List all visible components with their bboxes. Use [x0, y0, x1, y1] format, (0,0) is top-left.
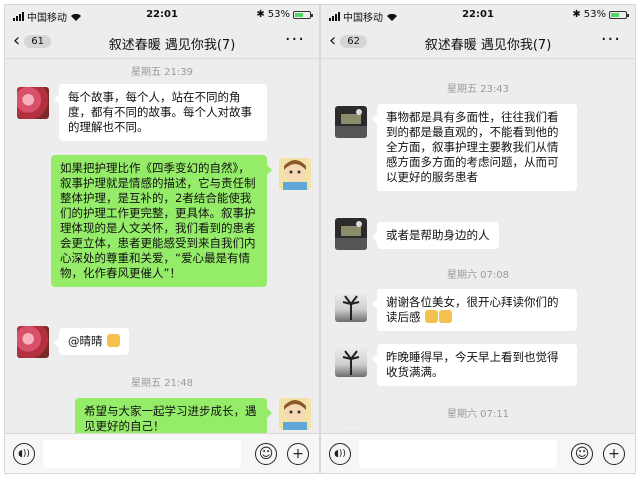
avatar-self[interactable] [279, 158, 311, 190]
chat-screen-left: 中国移动 22:01 ✱ 53% ‹ 61 叙述春暖 遇见你我(7) ··· 星… [4, 4, 320, 474]
avatar-self[interactable] [279, 398, 311, 430]
message-bubble-incoming[interactable]: @晴晴 [53, 328, 130, 355]
status-bar: 中国移动 22:01 ✱ 53% [5, 5, 319, 25]
battery-percent: 53% [267, 9, 290, 20]
more-options-button[interactable]: ··· [285, 29, 305, 50]
message-list[interactable]: 星期五 21:39 每个故事，每个人，站在不同的角度，都有不同的故事。每个人对故… [5, 60, 319, 433]
avatar[interactable] [17, 87, 49, 119]
unread-count-badge: 61 [24, 34, 51, 48]
bluetooth-icon: ✱ [572, 9, 581, 20]
emoji-button[interactable]: ☺ [571, 443, 593, 465]
more-options-button[interactable]: ··· [601, 29, 621, 50]
message-bubble-outgoing[interactable]: 如果把护理比作《四季变幻的自然》，叙事护理就是情感的描述，它与责任制整体护理，是… [51, 155, 272, 287]
chat-header: ‹ 62 叙述春暖 遇见你我(7) ··· [321, 25, 635, 59]
plus-button[interactable]: + [603, 443, 625, 465]
timestamp: 星期六 07:11 [447, 409, 509, 420]
avatar[interactable] [335, 290, 367, 322]
battery-icon [293, 10, 313, 19]
message-bubble-incoming[interactable]: 谢谢各位美女，很开心拜读你们的读后感 [372, 289, 577, 331]
chat-header: ‹ 61 叙述春暖 遇见你我(7) ··· [5, 25, 319, 59]
voice-button[interactable]: ◖)) [329, 443, 351, 465]
thumbs-up-emoji [439, 310, 453, 323]
timestamp: 星期五 21:39 [131, 67, 193, 78]
avatar[interactable] [335, 345, 367, 377]
message-bubble-incoming[interactable]: 每个故事，每个人，站在不同的角度，都有不同的故事。每个人对故事的理解也不同。 [54, 84, 267, 141]
thumbs-up-emoji [425, 310, 439, 323]
chat-title: 叙述春暖 遇见你我(7) [424, 38, 552, 53]
message-bubble-incoming[interactable]: 或者是帮助身边的人 [372, 222, 499, 249]
avatar[interactable] [17, 326, 49, 358]
thumbs-up-emoji [107, 334, 121, 347]
plus-icon: + [608, 446, 620, 462]
emoji-button[interactable]: ☺ [255, 443, 277, 465]
battery-percent: 53% [583, 9, 606, 20]
timestamp: 星期六 07:08 [447, 270, 509, 281]
emoji-icon: ☺ [574, 446, 590, 462]
avatar[interactable] [335, 106, 367, 138]
bluetooth-icon: ✱ [256, 9, 265, 20]
status-bar: 中国移动 22:01 ✱ 53% [321, 5, 635, 25]
chat-title: 叙述春暖 遇见你我(7) [108, 38, 236, 53]
back-button[interactable]: ‹ 61 [13, 32, 51, 50]
message-list[interactable]: 星期五 23:43 事物都是具有多面性，往往我们看到的都是最直观的，不能看到他的… [321, 60, 635, 433]
voice-button[interactable]: ◖)) [13, 443, 35, 465]
message-input[interactable] [359, 440, 557, 468]
input-bar: ◖)) ☺ + [5, 433, 319, 473]
chat-screen-right: 中国移动 22:01 ✱ 53% ‹ 62 叙述春暖 遇见你我(7) ··· 星… [320, 4, 636, 474]
chevron-left-icon: ‹ [13, 30, 21, 51]
back-button[interactable]: ‹ 62 [329, 32, 367, 50]
voice-icon: ◖)) [334, 449, 346, 459]
chevron-left-icon: ‹ [329, 30, 337, 51]
timestamp: 星期五 23:43 [447, 84, 509, 95]
emoji-icon: ☺ [258, 446, 274, 462]
plus-button[interactable]: + [287, 443, 309, 465]
voice-icon: ◖)) [18, 449, 30, 459]
unread-count-badge: 62 [340, 34, 367, 48]
battery-icon [609, 10, 629, 19]
message-bubble-outgoing[interactable]: 希望与大家一起学习进步成长，遇见更好的自己！ [75, 398, 272, 433]
plus-icon: + [292, 446, 304, 462]
input-bar: ◖)) ☺ + [321, 433, 635, 473]
avatar[interactable] [335, 218, 367, 250]
timestamp: 星期五 21:48 [131, 378, 193, 389]
message-bubble-incoming[interactable]: 事物都是具有多面性，往往我们看到的都是最直观的，不能看到他的全方面，叙事护理主要… [372, 104, 577, 191]
message-input[interactable] [43, 440, 241, 468]
message-bubble-incoming[interactable]: 昨晚睡得早，今天早上看到也觉得收货满满。 [372, 344, 577, 386]
